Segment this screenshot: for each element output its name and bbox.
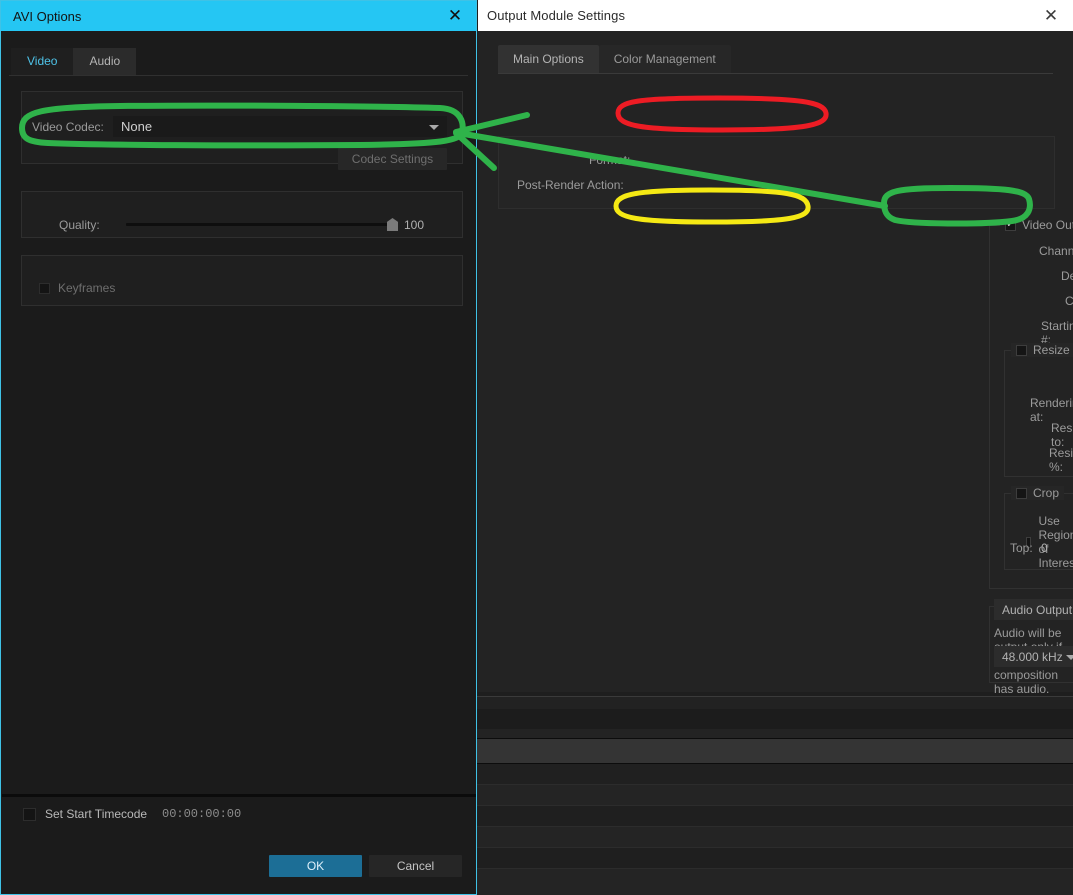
output-dialog-body: Main Options Color Management Format: Po… (478, 45, 1073, 696)
crop-group-title[interactable]: Crop (1011, 486, 1065, 500)
keyframes-label: Keyframes (58, 281, 116, 295)
quality-value: 100 (404, 218, 425, 232)
video-codec-value: None (121, 119, 153, 134)
tab-video-label: Video (27, 54, 58, 68)
tab-audio[interactable]: Audio (73, 48, 137, 75)
format-label: Format: (589, 153, 631, 167)
tab-video[interactable]: Video (11, 48, 74, 75)
video-codec-label: Video Codec: (32, 120, 104, 134)
tab-color-management[interactable]: Color Management (598, 45, 731, 73)
codec-settings-button[interactable]: Codec Settings (338, 148, 447, 170)
output-dialog-title: Output Module Settings (487, 8, 626, 23)
tab-main-options-label: Main Options (513, 52, 584, 66)
resize-label: Resize (1033, 343, 1070, 357)
avi-ok-label: OK (306, 859, 325, 873)
output-module-settings-dialog: Output Module Settings ✕ Main Options Co… (478, 0, 1073, 696)
set-start-timecode-checkbox[interactable] (23, 807, 36, 821)
set-start-timecode-label: Set Start Timecode (45, 807, 148, 821)
close-icon[interactable]: ✕ (434, 1, 476, 31)
output-titlebar: Output Module Settings ✕ (478, 0, 1073, 31)
avi-tab-divider (9, 75, 468, 76)
keyframes-checkbox[interactable] (39, 282, 50, 294)
crop-top-value[interactable]: 0 (1041, 541, 1048, 555)
use-region-of-interest-row[interactable]: Use Region of Interest (1026, 514, 1073, 570)
chevron-down-icon (429, 124, 439, 130)
quality-slider[interactable] (126, 223, 398, 226)
close-icon[interactable]: ✕ (1029, 0, 1073, 31)
crop-top-label: Top: (1010, 541, 1033, 555)
avi-tab-bar: Video Audio (11, 48, 476, 75)
avi-dialog-title: AVI Options (13, 8, 82, 24)
avi-cancel-button[interactable]: Cancel (369, 855, 462, 877)
video-codec-section: Video Codec Video Codec: None Codec Sett… (21, 91, 463, 170)
audio-output-auto-value: Audio Output Auto (1002, 602, 1073, 617)
resize-to-label: Resize to: (1051, 421, 1073, 449)
tab-color-management-label: Color Management (613, 52, 716, 66)
chevron-down-icon (1066, 654, 1073, 660)
video-output-checkbox[interactable] (1005, 219, 1016, 231)
channels-label: Channels: (1039, 244, 1073, 258)
crop-label: Crop (1033, 486, 1060, 500)
set-start-timecode-row[interactable]: Set Start Timecode (23, 807, 147, 821)
avi-cancel-label: Cancel (396, 859, 435, 873)
depth-label: Depth: (1061, 269, 1073, 283)
basic-video-settings-section: Basic Video Settings Quality: 100 (21, 191, 463, 238)
rendering-at-label: Rendering at: (1030, 396, 1073, 424)
output-tab-bar: Main Options Color Management (498, 45, 1073, 73)
tab-divider (498, 73, 1053, 74)
audio-output-group-title[interactable]: Audio Output Auto (994, 599, 1073, 620)
avi-titlebar: AVI Options ✕ (1, 1, 476, 31)
codec-settings-label: Codec Settings (351, 152, 434, 166)
main-options-panel: Format: Post-Render Action: (498, 136, 1055, 209)
color-label: Color: (1065, 294, 1073, 308)
audio-rate-value: 48.000 kHz (1002, 649, 1063, 664)
keyframes-row[interactable]: Keyframes (39, 281, 115, 295)
tab-main-options[interactable]: Main Options (498, 45, 599, 73)
screen-root: Output Module Settings ✕ Main Options Co… (0, 0, 1073, 895)
avi-footer-divider (2, 794, 476, 797)
resize-checkbox[interactable] (1016, 344, 1027, 356)
avi-options-dialog: AVI Options ✕ Video Audio Video Codec Vi… (0, 0, 477, 895)
resize-group-title[interactable]: Resize (1011, 343, 1073, 357)
crop-checkbox[interactable] (1016, 487, 1027, 499)
audio-output-auto-dropdown[interactable]: Audio Output Auto (994, 599, 1073, 620)
tab-audio-label: Audio (89, 54, 121, 68)
resize-percent-label: Resize %: (1049, 446, 1073, 474)
avi-ok-button[interactable]: OK (269, 855, 362, 877)
advanced-settings-section: Advanced Settings Keyframes (21, 255, 463, 306)
quality-label: Quality: (59, 218, 100, 232)
timecode-value[interactable]: 00:00:00:00 (162, 807, 241, 821)
audio-rate-dropdown[interactable]: 48.000 kHz (994, 646, 1073, 667)
video-output-label: Video Output (1022, 218, 1073, 232)
video-codec-dropdown[interactable]: None (113, 116, 447, 137)
video-output-group-title[interactable]: Video Output (1000, 218, 1073, 232)
post-render-label: Post-Render Action: (517, 178, 624, 192)
